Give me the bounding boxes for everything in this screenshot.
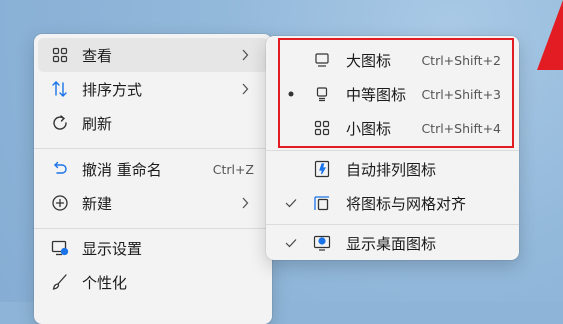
grid-icon <box>50 45 70 65</box>
show-desktop-icons-icon <box>312 233 332 253</box>
menu-item-label: 撤消 重命名 <box>82 160 162 179</box>
check-icon <box>284 196 298 210</box>
menu-item-shortcut: Ctrl+Z <box>212 161 254 177</box>
submenu-item-label: 显示桌面图标 <box>346 234 437 253</box>
submenu-item-label: 自动排列图标 <box>346 160 437 179</box>
menu-item-display-settings[interactable]: 显示设置 <box>38 231 268 265</box>
check-mark <box>284 162 298 176</box>
chevron-right-icon <box>238 48 252 62</box>
menu-item-view[interactable]: 查看 <box>38 38 268 72</box>
menu-item-label: 个性化 <box>82 273 128 292</box>
red-highlight-box <box>278 38 514 148</box>
auto-arrange-icon <box>312 159 332 179</box>
submenu-item-show-desktop-icons[interactable]: 显示桌面图标 <box>270 225 515 261</box>
menu-item-sort-by[interactable]: 排序方式 <box>38 72 268 106</box>
red-arrow-annotation <box>537 0 563 70</box>
undo-icon <box>50 159 70 179</box>
add-circle-icon <box>50 193 70 213</box>
menu-item-label: 显示设置 <box>82 239 143 258</box>
desktop-context-menu: 查看 排序方式 刷新 撤消 重命名 Ctrl+Z 新建 显示设置 个性化 <box>34 34 272 324</box>
menu-item-personalize[interactable]: 个性化 <box>38 265 268 299</box>
menu-separator <box>34 148 272 149</box>
check-icon <box>284 236 298 250</box>
menu-item-refresh[interactable]: 刷新 <box>38 106 268 140</box>
menu-item-label: 新建 <box>82 194 113 213</box>
align-grid-icon <box>312 193 332 213</box>
menu-item-label: 刷新 <box>82 114 113 133</box>
chevron-right-icon <box>238 82 252 96</box>
menu-item-label: 查看 <box>82 46 113 65</box>
submenu-item-auto-arrange[interactable]: 自动排列图标 <box>270 151 515 187</box>
menu-item-label: 排序方式 <box>82 80 143 99</box>
brush-icon <box>50 272 70 292</box>
sort-icon <box>50 79 70 99</box>
display-settings-icon <box>50 238 70 258</box>
submenu-item-align-to-grid[interactable]: 将图标与网格对齐 <box>270 185 515 221</box>
refresh-icon <box>50 113 70 133</box>
menu-item-new[interactable]: 新建 <box>38 186 268 220</box>
menu-separator <box>34 228 272 229</box>
chevron-right-icon <box>238 196 252 210</box>
menu-item-undo-rename[interactable]: 撤消 重命名 Ctrl+Z <box>38 152 268 186</box>
submenu-item-label: 将图标与网格对齐 <box>346 194 467 213</box>
